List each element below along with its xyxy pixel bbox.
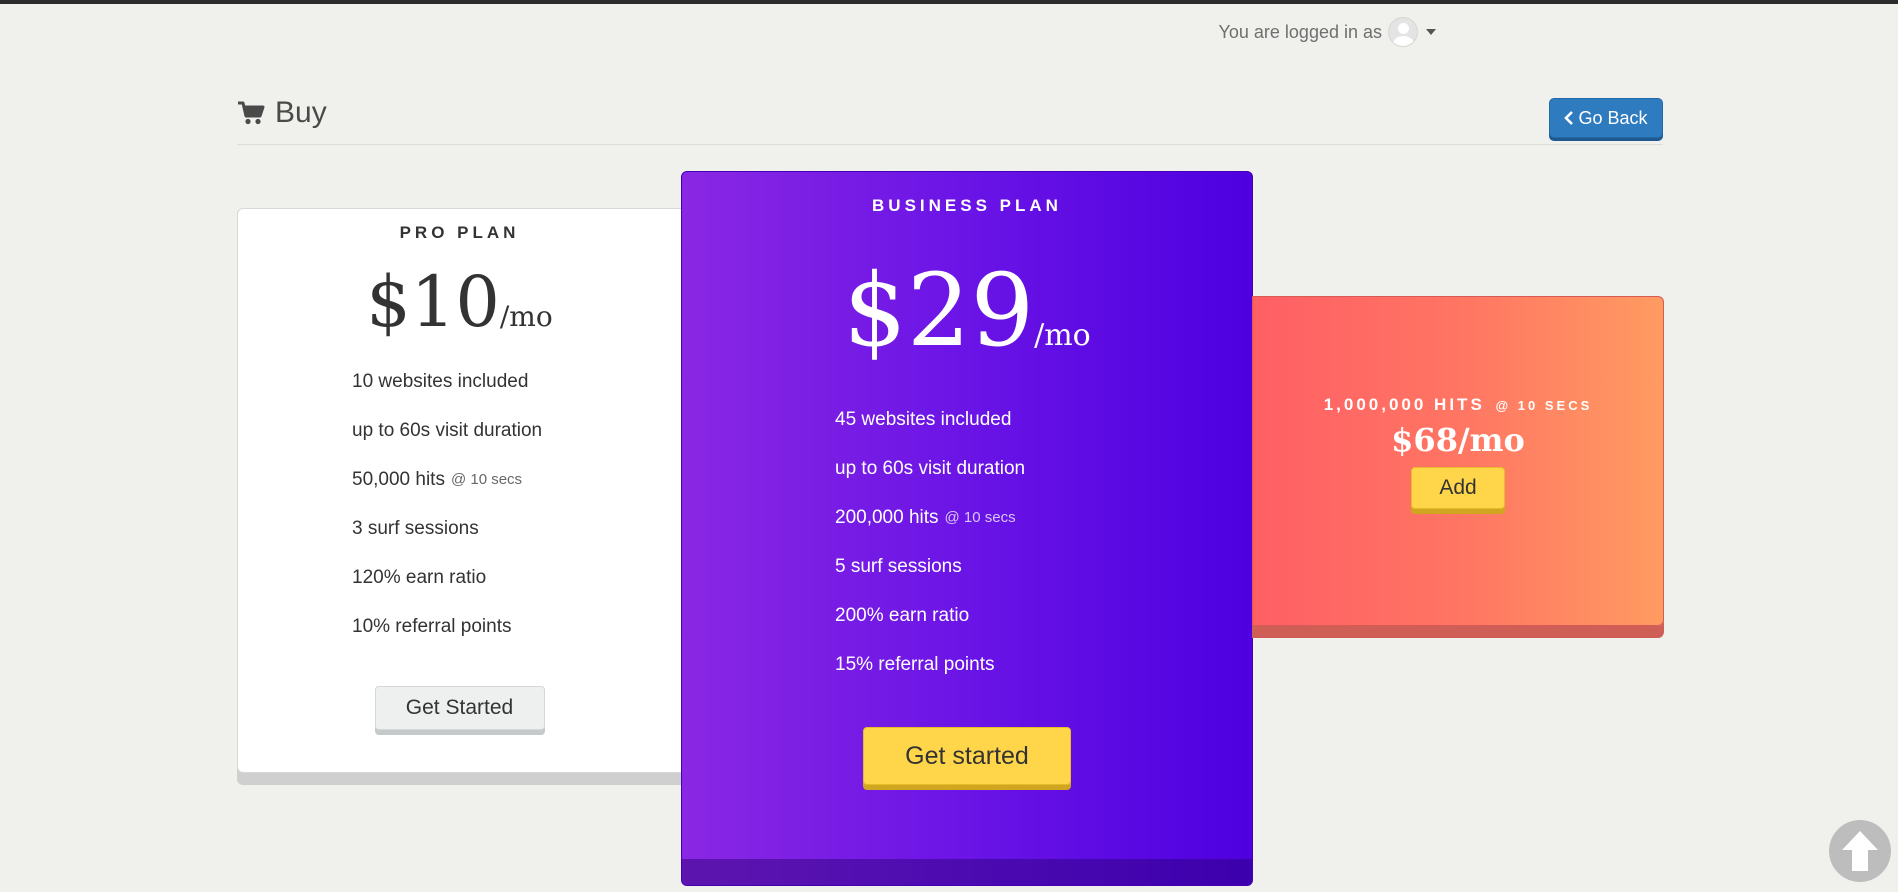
chevron-left-icon bbox=[1564, 111, 1574, 125]
page-title: Buy bbox=[237, 96, 327, 130]
top-border bbox=[0, 0, 1898, 4]
feature-sub: @ 10 secs bbox=[944, 509, 1016, 526]
scroll-to-top-button[interactable] bbox=[1829, 820, 1891, 882]
addon-sub: @ 10 SECS bbox=[1495, 398, 1593, 413]
feature-item: up to 60s visit duration bbox=[352, 419, 543, 441]
feature-item: 10 websites included bbox=[352, 370, 529, 392]
plan-name: BUSINESS PLAN bbox=[872, 196, 1062, 215]
plan-name: PRO PLAN bbox=[399, 223, 520, 242]
feature-item: 10% referral points bbox=[352, 615, 512, 637]
feature-item: 3 surf sessions bbox=[352, 517, 479, 539]
logged-in-label: You are logged in as bbox=[1218, 21, 1382, 42]
get-started-button[interactable]: Get Started bbox=[374, 686, 545, 730]
avatar[interactable] bbox=[1388, 17, 1418, 47]
price-period: /mo bbox=[1034, 318, 1091, 353]
feature-item: 200% earn ratio bbox=[835, 604, 970, 626]
plan-price: $10 /mo bbox=[238, 261, 681, 343]
user-menu[interactable]: You are logged in as bbox=[1219, 17, 1436, 47]
addon-price: $68/mo bbox=[1391, 421, 1525, 459]
hits-addon-card: 1,000,000 HITS @ 10 SECS $68/mo Add bbox=[1252, 296, 1664, 626]
feature-item: 50,000 hits @ 10 secs bbox=[352, 468, 523, 490]
go-back-button[interactable]: Go Back bbox=[1549, 98, 1663, 138]
feature-item: 200,000 hits @ 10 secs bbox=[835, 506, 1016, 528]
plan-price: $29 /mo bbox=[682, 252, 1252, 369]
arrow-up-icon bbox=[1842, 831, 1878, 871]
feature-item: 120% earn ratio bbox=[352, 566, 487, 588]
feature-item: 5 surf sessions bbox=[835, 555, 962, 577]
card-footer bbox=[682, 859, 1252, 885]
caret-down-icon[interactable] bbox=[1426, 29, 1436, 35]
get-started-button[interactable]: Get started bbox=[863, 727, 1071, 785]
price-amount: $10 bbox=[366, 261, 500, 343]
feature-list: 45 websites included up to 60s visit dur… bbox=[835, 395, 1252, 689]
shopping-cart-icon bbox=[238, 101, 265, 125]
price-amount: $29 bbox=[843, 252, 1035, 369]
feature-sub: @ 10 secs bbox=[450, 471, 523, 488]
page-title-text: Buy bbox=[275, 96, 327, 129]
add-button[interactable]: Add bbox=[1411, 467, 1505, 509]
pro-plan-card: PRO PLAN $10 /mo 10 websites included up… bbox=[237, 208, 682, 773]
feature-item: up to 60s visit duration bbox=[835, 457, 1026, 479]
addon-name: 1,000,000 HITS @ 10 SECS bbox=[1323, 395, 1593, 414]
price-period: /mo bbox=[499, 300, 553, 333]
go-back-label: Go Back bbox=[1578, 107, 1648, 128]
feature-item: 45 websites included bbox=[835, 408, 1012, 430]
feature-list: 10 websites included up to 60s visit dur… bbox=[352, 357, 681, 651]
page-header: Buy Go Back bbox=[237, 96, 1663, 145]
business-plan-card: BUSINESS PLAN $29 /mo 45 websites includ… bbox=[681, 171, 1253, 886]
feature-item: 15% referral points bbox=[835, 653, 995, 675]
